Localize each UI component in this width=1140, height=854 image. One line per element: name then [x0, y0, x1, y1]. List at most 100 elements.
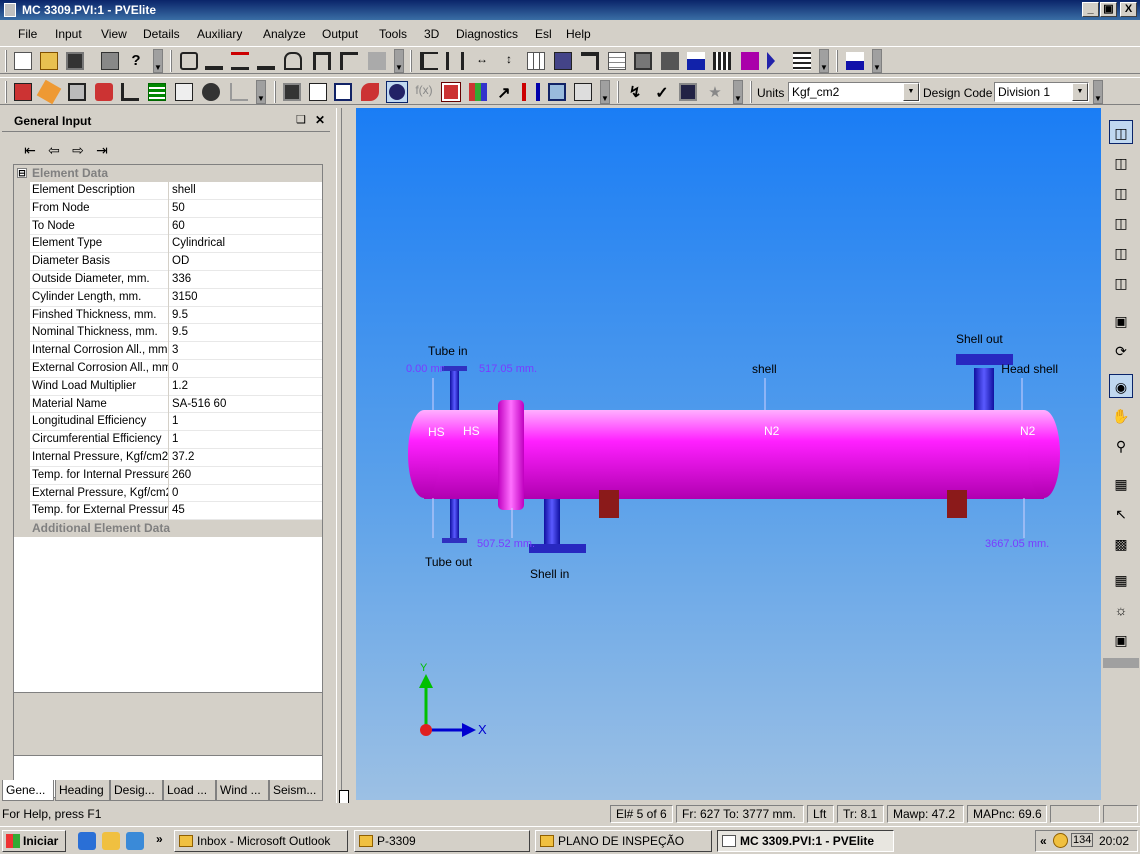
menu-diagnostics[interactable]: Diagnostics — [456, 27, 518, 41]
property-row[interactable]: Longitudinal Efficiency 1 — [14, 413, 322, 432]
menu-analyze[interactable]: Analyze — [263, 27, 306, 41]
toolbar-grip[interactable] — [408, 50, 416, 72]
task-pvelite[interactable]: MC 3309.PVI:1 - PVElite — [717, 830, 894, 852]
property-value[interactable]: shell — [172, 182, 322, 200]
new-file-icon[interactable] — [14, 52, 32, 70]
pointer-icon[interactable]: ↖ — [1109, 502, 1133, 526]
property-value[interactable]: 45 — [172, 502, 322, 520]
property-value[interactable]: 336 — [172, 271, 322, 289]
units-icon[interactable] — [361, 83, 379, 101]
panel-close-icon[interactable]: ✕ — [315, 113, 325, 127]
property-value[interactable]: 0 — [172, 360, 322, 378]
property-row[interactable]: Element Type Cylindrical — [14, 235, 322, 254]
minimize-button[interactable]: _ — [1082, 2, 1099, 17]
menu-view[interactable]: View — [101, 27, 127, 41]
corner-icon[interactable] — [121, 83, 139, 101]
property-value[interactable]: 60 — [172, 218, 322, 236]
property-value[interactable]: 3150 — [172, 289, 322, 307]
monitor-icon[interactable] — [548, 83, 566, 101]
toolbar-grip[interactable] — [3, 50, 11, 72]
3d-viewport[interactable]: Tube in Tube out Shell in Shell out shel… — [356, 108, 1101, 800]
saddle-left[interactable] — [599, 490, 619, 518]
help-icon[interactable]: ? — [127, 52, 145, 70]
tab-wind[interactable]: Wind ... — [216, 780, 269, 801]
component-icon[interactable] — [95, 83, 113, 101]
graph-icon[interactable] — [230, 83, 248, 101]
toolbar-overflow[interactable]: ▼ — [819, 49, 829, 73]
platform-icon[interactable] — [608, 52, 626, 70]
iso-view-6-icon[interactable]: ◫ — [1109, 271, 1133, 295]
vertical-arrow-icon[interactable]: ↕ — [500, 52, 518, 70]
run-icon[interactable]: ↯ — [626, 83, 644, 101]
property-row[interactable]: From Node 50 — [14, 199, 322, 218]
light-icon[interactable]: ☼ — [1109, 598, 1133, 622]
iso-view-icon[interactable]: ◫ — [1109, 120, 1133, 144]
chart-icon[interactable] — [846, 52, 864, 70]
toolbar-grip[interactable] — [272, 81, 280, 103]
menu-3d[interactable]: 3D — [424, 27, 439, 41]
property-value[interactable]: 50 — [172, 200, 322, 218]
tab-general[interactable]: Gene... — [2, 780, 54, 801]
globe-icon[interactable] — [202, 83, 220, 101]
shell-out-nozzle[interactable] — [974, 368, 994, 413]
skirt-icon[interactable] — [368, 52, 386, 70]
saddle-right[interactable] — [947, 490, 967, 518]
collapse-icon[interactable]: ⊟ — [17, 168, 27, 178]
cylinder-icon[interactable] — [180, 52, 198, 70]
elliptical-head-icon[interactable] — [205, 52, 223, 70]
property-value[interactable]: Cylindrical — [172, 235, 322, 253]
liquid-icon[interactable] — [687, 52, 705, 70]
first-record-icon[interactable]: ⇤ — [18, 142, 42, 159]
desktop-icon[interactable] — [126, 832, 144, 850]
rotate-icon[interactable]: ⟳ — [1109, 339, 1133, 363]
toolbar-overflow[interactable]: ▼ — [872, 49, 882, 73]
previous-record-icon[interactable]: ⇦ — [42, 142, 66, 159]
zoom-extents-icon[interactable]: ▣ — [1109, 309, 1133, 333]
render-icon[interactable]: ▣ — [1109, 628, 1133, 652]
toolbar-overflow[interactable]: ▼ — [1093, 80, 1103, 104]
outlook-icon[interactable] — [102, 832, 120, 850]
tubesheet-icon[interactable] — [554, 52, 572, 70]
toolbar-grip[interactable] — [168, 50, 176, 72]
clock-tray-icon[interactable] — [1053, 833, 1068, 848]
tube-out-nozzle[interactable] — [450, 496, 459, 541]
property-value[interactable]: 260 — [172, 467, 322, 485]
tab-seismic[interactable]: Seism... — [269, 780, 323, 801]
menu-file[interactable]: File — [18, 27, 37, 41]
packing-icon[interactable] — [661, 52, 679, 70]
property-row[interactable]: Internal Corrosion All., mm 3 — [14, 342, 322, 361]
toolbar-overflow[interactable]: ▼ — [600, 80, 610, 104]
property-value[interactable]: 1 — [172, 431, 322, 449]
design-code-select[interactable]: Division 1 ▼ — [994, 82, 1089, 102]
category-additional-element-data[interactable]: Additional Element Data — [14, 520, 322, 538]
grid-icon[interactable] — [527, 52, 545, 70]
document-icon[interactable] — [309, 83, 327, 101]
maximize-button[interactable]: ▣ — [1100, 2, 1117, 17]
splitter-bar[interactable] — [336, 108, 342, 805]
menu-auxiliary[interactable]: Auxiliary — [197, 27, 242, 41]
task-outlook[interactable]: Inbox - Microsoft Outlook — [174, 830, 348, 852]
iso-view-5-icon[interactable]: ◫ — [1109, 241, 1133, 265]
quicklaunch-chevron[interactable]: » — [156, 832, 163, 846]
colors-icon[interactable] — [469, 83, 487, 101]
property-row[interactable]: External Corrosion All., mm 0 — [14, 359, 322, 378]
wand-icon[interactable]: ★ — [706, 83, 724, 101]
property-value[interactable]: 37.2 — [172, 449, 322, 467]
body-flange-icon[interactable] — [340, 52, 358, 70]
property-row[interactable]: Finshed Thickness, mm. 9.5 — [14, 306, 322, 325]
flange-icon[interactable] — [231, 52, 249, 70]
property-row[interactable]: Circumferential Efficiency 1 — [14, 431, 322, 450]
lug-icon[interactable] — [581, 52, 599, 70]
output-icon[interactable] — [68, 83, 86, 101]
property-value[interactable]: OD — [172, 253, 322, 271]
iso-view-2-icon[interactable]: ◫ — [1109, 151, 1133, 175]
tab-design[interactable]: Desig... — [110, 780, 163, 801]
table-icon[interactable] — [148, 83, 166, 101]
next-record-icon[interactable]: ⇨ — [66, 142, 90, 159]
toolbar-grip[interactable] — [748, 81, 756, 103]
property-value[interactable]: 0 — [172, 485, 322, 503]
left-head[interactable] — [408, 410, 440, 498]
toolbar-grip[interactable] — [834, 50, 842, 72]
print-icon[interactable] — [101, 52, 119, 70]
pdf-icon[interactable] — [441, 82, 461, 102]
